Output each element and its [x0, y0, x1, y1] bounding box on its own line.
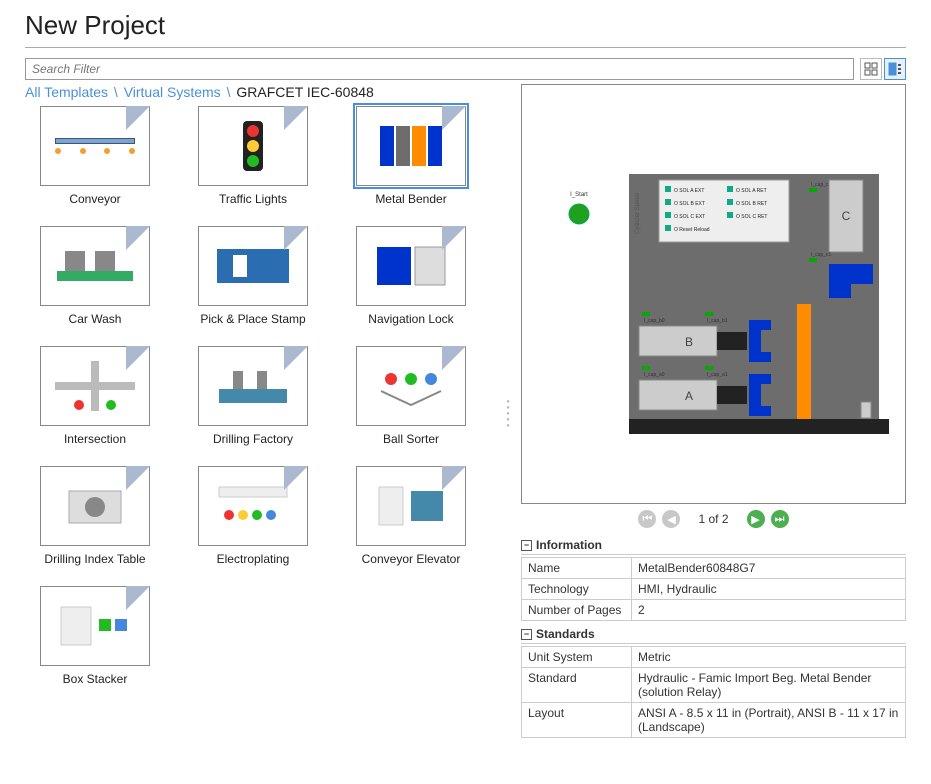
template-item[interactable]: Drilling Index Table	[25, 466, 165, 566]
template-item[interactable]: Box Stacker	[25, 586, 165, 686]
template-item[interactable]: Conveyor	[25, 106, 165, 206]
svg-text:I_cap_c0: I_cap_c0	[811, 182, 832, 188]
svg-text:O SOL C EXT: O SOL C EXT	[674, 214, 705, 220]
template-item[interactable]: Car Wash	[25, 226, 165, 326]
template-thumb	[40, 106, 150, 186]
template-item[interactable]: Pick & Place Stamp	[183, 226, 323, 326]
template-label: Electroplating	[217, 552, 290, 566]
template-thumb	[198, 226, 308, 306]
breadcrumb-mid[interactable]: Virtual Systems	[124, 84, 221, 100]
template-item[interactable]: Traffic Lights	[183, 106, 323, 206]
preview-svg: I_Start Cylinder Speed O SOL A EXT O SOL…	[539, 144, 889, 444]
template-thumb	[198, 346, 308, 426]
view-large-icons-button[interactable]	[884, 58, 906, 80]
template-item[interactable]: Metal Bender	[341, 106, 481, 206]
page-title: New Project	[25, 10, 906, 41]
svg-text:I_cap_b1: I_cap_b1	[707, 318, 728, 324]
last-page-button[interactable]: ⏭	[771, 510, 789, 528]
std-standard-key: Standard	[522, 668, 632, 703]
template-item[interactable]: Conveyor Elevator	[341, 466, 481, 566]
template-label: Conveyor Elevator	[362, 552, 461, 566]
information-table: NameMetalBender60848G7 TechnologyHMI, Hy…	[521, 557, 906, 621]
next-page-button[interactable]: ▶	[747, 510, 765, 528]
info-tech-key: Technology	[522, 579, 632, 600]
first-page-button: ⏮	[638, 510, 656, 528]
template-label: Conveyor	[69, 192, 120, 206]
template-label: Traffic Lights	[219, 192, 287, 206]
svg-text:B: B	[684, 335, 692, 349]
information-header[interactable]: − Information	[521, 538, 906, 555]
template-item[interactable]: Ball Sorter	[341, 346, 481, 446]
std-layout-key: Layout	[522, 703, 632, 738]
pager-text: 1 of 2	[698, 512, 728, 526]
template-label: Ball Sorter	[383, 432, 439, 446]
std-standard-val: Hydraulic - Famic Import Beg. Metal Bend…	[632, 668, 906, 703]
svg-text:O Reset Reload: O Reset Reload	[674, 227, 710, 233]
template-thumb	[40, 586, 150, 666]
info-pages-val: 2	[632, 600, 906, 621]
template-thumb	[40, 226, 150, 306]
svg-text:Cylinder Speed: Cylinder Speed	[635, 193, 641, 234]
svg-text:I_cap_c1: I_cap_c1	[811, 252, 832, 258]
template-thumb	[198, 106, 308, 186]
standards-header[interactable]: − Standards	[521, 627, 906, 644]
svg-text:O SOL A EXT: O SOL A EXT	[674, 188, 704, 194]
splitter-handle[interactable]: ●●●●●	[505, 84, 511, 744]
template-label: Intersection	[64, 432, 126, 446]
std-layout-val: ANSI A - 8.5 x 11 in (Portrait), ANSI B …	[632, 703, 906, 738]
svg-text:O SOL B EXT: O SOL B EXT	[674, 201, 705, 207]
svg-text:O SOL B RET: O SOL B RET	[736, 201, 767, 207]
template-thumb	[40, 466, 150, 546]
collapse-icon[interactable]: −	[521, 629, 532, 640]
template-thumb	[356, 106, 466, 186]
std-unit-val: Metric	[632, 647, 906, 668]
template-label: Drilling Factory	[213, 432, 293, 446]
breadcrumb: All Templates \ Virtual Systems \ GRAFCE…	[25, 84, 495, 100]
template-label: Drilling Index Table	[44, 552, 145, 566]
svg-text:I_cap_a0: I_cap_a0	[644, 372, 665, 378]
svg-text:C: C	[841, 209, 850, 223]
svg-text:O SOL A RET: O SOL A RET	[736, 188, 767, 194]
info-name-key: Name	[522, 558, 632, 579]
template-item[interactable]: Drilling Factory	[183, 346, 323, 446]
template-thumb	[356, 466, 466, 546]
svg-text:O SOL C RET: O SOL C RET	[736, 214, 768, 220]
template-label: Metal Bender	[375, 192, 446, 206]
svg-text:I_Start: I_Start	[570, 192, 588, 198]
template-thumb	[198, 466, 308, 546]
template-thumb	[40, 346, 150, 426]
preview-panel: I_Start Cylinder Speed O SOL A EXT O SOL…	[521, 84, 906, 504]
info-tech-val: HMI, Hydraulic	[632, 579, 906, 600]
template-item[interactable]: Navigation Lock	[341, 226, 481, 326]
prev-page-button: ◀	[662, 510, 680, 528]
breadcrumb-current: GRAFCET IEC-60848	[236, 84, 373, 100]
std-unit-key: Unit System	[522, 647, 632, 668]
template-label: Car Wash	[69, 312, 122, 326]
info-name-val: MetalBender60848G7	[632, 558, 906, 579]
template-item[interactable]: Electroplating	[183, 466, 323, 566]
svg-text:I_cap_b0: I_cap_b0	[644, 318, 665, 324]
divider	[25, 47, 906, 48]
template-label: Navigation Lock	[368, 312, 453, 326]
svg-text:A: A	[684, 389, 692, 403]
info-pages-key: Number of Pages	[522, 600, 632, 621]
template-label: Box Stacker	[63, 672, 128, 686]
template-label: Pick & Place Stamp	[200, 312, 305, 326]
standards-table: Unit SystemMetric StandardHydraulic - Fa…	[521, 646, 906, 738]
template-item[interactable]: Intersection	[25, 346, 165, 446]
view-small-icons-button[interactable]	[860, 58, 882, 80]
search-input[interactable]	[25, 58, 854, 80]
collapse-icon[interactable]: −	[521, 540, 532, 551]
template-thumb	[356, 226, 466, 306]
breadcrumb-root[interactable]: All Templates	[25, 84, 108, 100]
template-thumb	[356, 346, 466, 426]
svg-text:I_cap_a1: I_cap_a1	[707, 372, 728, 378]
